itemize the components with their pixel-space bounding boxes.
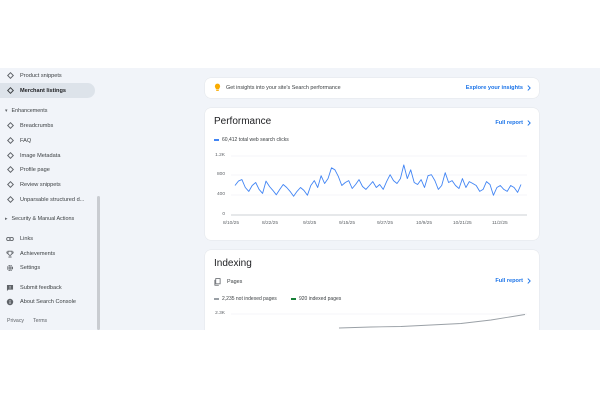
sidebar-item-label: Image Metadata [20, 152, 61, 159]
sidebar-item-submit-feedback[interactable]: Submit feedback [0, 280, 62, 295]
performance-full-report-link[interactable]: Full report [495, 120, 531, 126]
sidebar-item-settings[interactable]: Settings [0, 260, 40, 275]
sidebar-footer: Privacy Terms [7, 318, 47, 324]
sidebar-item-label: Review snippets [20, 181, 61, 188]
insights-text: Get insights into your site's Search per… [226, 85, 341, 91]
indexing-line-chart[interactable] [231, 312, 527, 330]
sidebar-item-label: Profile page [20, 166, 50, 173]
caret-down-icon: ▾ [5, 107, 8, 114]
caret-right-icon: ▸ [5, 215, 8, 222]
clicks-line-chart[interactable] [231, 154, 527, 218]
sidebar-item-label: Submit feedback [20, 284, 62, 291]
sidebar-item-review-snippets[interactable]: Review snippets [0, 177, 61, 192]
x-tick-label: 9/3/25 [303, 221, 317, 226]
not-indexed-metric[interactable]: 2,235 not indexed pages [214, 296, 277, 302]
document-icon [214, 278, 221, 286]
info-icon [6, 298, 14, 306]
y-tick-label: 1.2K [215, 153, 225, 158]
x-tick-label: 9/27/25 [377, 221, 394, 226]
y-tick-label: 800 [216, 172, 225, 177]
x-tick-label: 8/10/25 [223, 221, 240, 226]
sidebar-item-label: About Search Console [20, 298, 76, 305]
feedback-icon [6, 284, 14, 292]
chevron-right-icon [527, 120, 531, 126]
chevron-right-icon [527, 85, 531, 91]
sidebar: Product snippets Merchant listings ▾ Enh… [0, 68, 100, 330]
lightbulb-icon [214, 79, 221, 97]
sidebar-item-label: Breadcrumbs [20, 122, 54, 129]
indexing-card: Indexing Pages Full report 2,235 not ind… [205, 250, 539, 330]
sidebar-item-label: FAQ [20, 137, 32, 144]
series-swatch [214, 139, 219, 141]
x-tick-label: 10/21/25 [453, 221, 472, 226]
sidebar-item-breadcrumbs[interactable]: Breadcrumbs [0, 118, 53, 133]
sidebar-item-about-search-console[interactable]: About Search Console [0, 294, 76, 309]
sidebar-item-label: Achievements [20, 250, 56, 257]
x-tick-label: 11/2/25 [492, 221, 508, 226]
sidebar-item-achievements[interactable]: Achievements [0, 246, 55, 261]
sidebar-item-label: Merchant listings [20, 87, 67, 94]
diamond-icon [6, 87, 14, 95]
sidebar-item-label: Settings [20, 264, 41, 271]
sidebar-scrollbar[interactable] [97, 196, 100, 330]
explore-insights-label: Explore your insights [465, 85, 523, 91]
sidebar-item-label: Product snippets [20, 72, 62, 79]
search-console-window: Product snippets Merchant listings ▾ Enh… [0, 68, 600, 330]
terms-link[interactable]: Terms [33, 318, 47, 324]
diamond-icon [6, 137, 14, 145]
series-swatch [291, 298, 296, 300]
not-indexed-label: 2,235 not indexed pages [222, 296, 277, 302]
series-swatch [214, 298, 219, 300]
privacy-link[interactable]: Privacy [7, 318, 24, 324]
clicks-metric[interactable]: 60,412 total web search clicks [214, 137, 289, 143]
diamond-icon [6, 72, 14, 80]
diamond-icon [6, 166, 14, 174]
sidebar-item-faq[interactable]: FAQ [0, 133, 31, 148]
sidebar-section-label: Enhancements [11, 107, 48, 114]
pages-label: Pages [227, 279, 243, 285]
y-tick-label: 400 [216, 192, 225, 197]
sidebar-section-label: Security & Manual Actions [11, 215, 75, 222]
performance-card: Performance Full report 60,412 total web… [205, 108, 539, 240]
chevron-right-icon [527, 278, 531, 284]
clicks-series-line [234, 164, 522, 197]
explore-insights-link[interactable]: Explore your insights [466, 85, 531, 91]
x-tick-label: 9/15/25 [339, 221, 356, 226]
indexing-full-report-link[interactable]: Full report [495, 278, 531, 284]
sidebar-section-enhancements[interactable]: ▾ Enhancements [0, 103, 47, 118]
not-indexed-series-line [338, 314, 526, 329]
x-tick-label: 10/9/25 [416, 221, 433, 226]
sidebar-item-product-snippets[interactable]: Product snippets [0, 68, 62, 83]
diamond-icon [6, 152, 14, 160]
indexing-title: Indexing [214, 258, 252, 269]
sidebar-item-profile-page[interactable]: Profile page [0, 162, 50, 177]
sidebar-item-image-metadata[interactable]: Image Metadata [0, 148, 60, 163]
full-report-label: Full report [495, 120, 523, 126]
clicks-metric-label: 60,412 total web search clicks [222, 137, 289, 143]
diamond-icon [6, 196, 14, 204]
indexed-label: 920 indexed pages [299, 296, 342, 302]
sidebar-item-label: Unparsable structured d... [20, 196, 85, 203]
pages-row: Pages [214, 278, 242, 286]
sidebar-item-links[interactable]: Links [0, 231, 33, 246]
diamond-icon [6, 122, 14, 130]
indexed-metric[interactable]: 920 indexed pages [291, 296, 341, 302]
x-tick-label: 8/22/25 [262, 221, 279, 226]
sidebar-item-unparsable-structured-data[interactable]: Unparsable structured d... [0, 192, 84, 207]
sidebar-section-security[interactable]: ▸ Security & Manual Actions [0, 211, 74, 226]
link-icon [6, 235, 14, 243]
performance-title: Performance [214, 116, 272, 127]
y-tick-label: 0 [222, 212, 225, 217]
sidebar-item-merchant-listings[interactable]: Merchant listings [0, 83, 95, 98]
trophy-icon [6, 250, 14, 258]
diamond-icon [6, 181, 14, 189]
y-tick-label: 2.3K [215, 311, 225, 316]
insights-banner: Get insights into your site's Search per… [205, 78, 539, 98]
gear-icon [6, 264, 14, 272]
sidebar-item-label: Links [20, 235, 34, 242]
full-report-label: Full report [495, 278, 523, 284]
